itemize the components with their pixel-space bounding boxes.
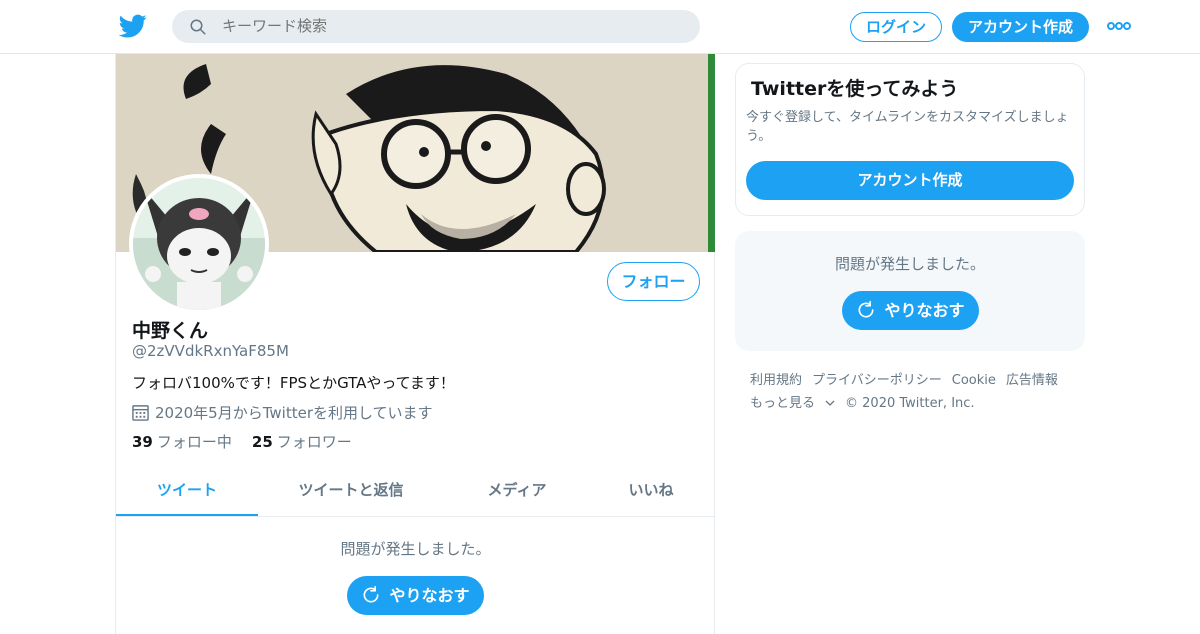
sidebar-error-card: 問題が発生しました。 やりなおす (735, 231, 1085, 351)
join-date-text: 2020年5月からTwitterを利用しています (155, 404, 433, 422)
chevron-down-icon (825, 400, 835, 406)
footer-more-link[interactable]: もっと見る (750, 396, 835, 411)
signup-button[interactable]: アカウント作成 (952, 12, 1089, 42)
signup-card-description: 今すぐ登録して、タイムラインをカスタマイズしましょう。 (746, 110, 1069, 144)
profile-bio: フォロバ100%です！FPSとかGTAやってます！ (132, 374, 455, 392)
signup-card-title: Twitterを使ってみよう (751, 78, 959, 100)
signup-card: Twitterを使ってみよう 今すぐ登録して、タイムラインをカスタマイズしましょ… (735, 63, 1085, 216)
top-navigation-bar: ログイン アカウント作成 (0, 0, 1200, 54)
follow-button[interactable]: フォロー (607, 262, 700, 301)
footer-links: 利用規約 プライバシーポリシー Cookie 広告情報 もっと見る © 2020 Twi… (750, 369, 1090, 415)
footer-link-terms[interactable]: 利用規約 (750, 373, 802, 388)
sidebar-error-message: 問題が発生しました。 (834, 255, 985, 273)
following-link[interactable]: 39 フォロー中 (132, 433, 232, 451)
sidebar-retry-label: やりなおす (884, 301, 965, 320)
retry-button[interactable]: やりなおす (347, 576, 484, 615)
tab-likes[interactable]: いいね (606, 467, 696, 516)
followers-label: フォロワー (276, 433, 352, 451)
profile-column: フォロー 中野くん @2zVVdkRxnYaF85M フォロバ100%です！FP… (115, 54, 715, 634)
footer-row-1: 利用規約 プライバシーポリシー Cookie 広告情報 (750, 369, 1090, 392)
profile-tabs: ツイート ツイートと返信 メディア いいね (116, 467, 715, 517)
footer-link-privacy[interactable]: プライバシーポリシー (812, 373, 942, 388)
following-label: フォロー中 (156, 433, 232, 451)
twitter-bird-icon[interactable] (119, 12, 147, 40)
footer-more-label: もっと見る (750, 396, 816, 411)
avatar[interactable] (129, 174, 269, 314)
search-input[interactable] (222, 10, 682, 43)
footer-row-2: もっと見る © 2020 Twitter, Inc. (750, 392, 1090, 415)
followers-link[interactable]: 25 フォロワー (252, 433, 352, 451)
tab-tweets[interactable]: ツイート (116, 467, 258, 516)
footer-link-cookie[interactable]: Cookie (952, 373, 996, 388)
refresh-icon (363, 585, 379, 603)
timeline-error-message: 問題が発生しました。 (340, 540, 491, 558)
refresh-icon (858, 300, 874, 318)
profile-name: 中野くん (132, 320, 209, 342)
footer-copyright: © 2020 Twitter, Inc. (845, 396, 975, 411)
search-icon (190, 19, 206, 35)
avatar-illustration (133, 178, 265, 310)
login-button[interactable]: ログイン (850, 12, 942, 42)
profile-handle: @2zVVdkRxnYaF85M (132, 342, 289, 360)
join-date: 2020年5月からTwitterを利用しています (132, 402, 433, 423)
more-dots-icon[interactable] (1107, 20, 1131, 32)
following-count: 39 (132, 433, 153, 451)
sidebar-retry-button[interactable]: やりなおす (842, 291, 979, 330)
tab-media[interactable]: メディア (461, 467, 573, 516)
footer-link-ads[interactable]: 広告情報 (1006, 373, 1058, 388)
tab-tweets-and-replies[interactable]: ツイートと返信 (281, 467, 421, 516)
sidebar-signup-button[interactable]: アカウント作成 (746, 161, 1074, 200)
search-box[interactable] (172, 10, 700, 43)
calendar-icon (132, 405, 149, 421)
retry-label: やりなおす (389, 586, 470, 605)
followers-count: 25 (251, 433, 273, 451)
follow-stats: 39 フォロー中 25 フォロワー (132, 431, 352, 452)
